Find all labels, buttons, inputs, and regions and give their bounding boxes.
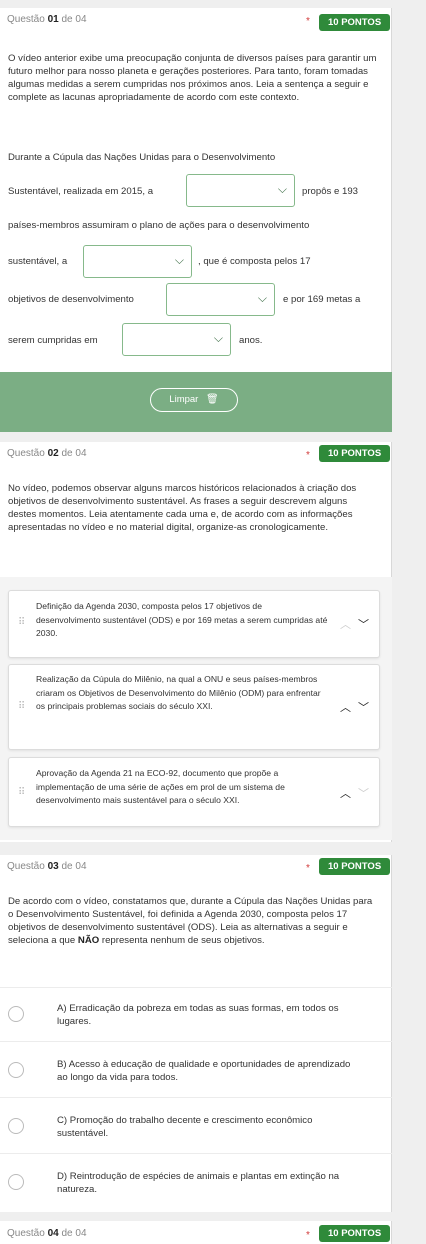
order-item-2[interactable]: ⠿ Realização da Cúpula do Milênio, na qu…	[8, 664, 380, 750]
move-down-icon[interactable]: ﹀	[358, 788, 369, 800]
question-1-card: Questão 01 de 04 * 10 PONTOS O vídeo ant…	[0, 8, 392, 373]
trash-icon: 🗑	[205, 394, 219, 405]
sentence-line-5b: e por 169 metas a	[283, 294, 361, 305]
chevron-down-icon: ⌵	[257, 291, 267, 305]
option-b[interactable]: B) Acesso à educação de qualidade e opor…	[0, 1041, 392, 1097]
question-label: Questão	[7, 1228, 45, 1239]
ordering-list: ⠿ Definição da Agenda 2030, composta pel…	[0, 577, 392, 840]
question-1-header: Questão 01 de 04	[7, 14, 87, 25]
move-down-icon[interactable]: ﹀	[358, 619, 369, 631]
order-item-3[interactable]: ⠿ Aprovação da Agenda 21 na ECO-92, docu…	[8, 757, 380, 827]
sentence-line-2b: propôs e 193	[302, 186, 359, 197]
required-marker: *	[306, 450, 310, 461]
question-total: de 04	[61, 448, 87, 459]
radio-button[interactable]	[8, 1006, 24, 1022]
order-item-text: Realização da Cúpula do Milênio, na qual…	[36, 674, 321, 711]
question-3-header: Questão 03 de 04	[7, 861, 87, 872]
clear-bar: Limpar 🗑	[0, 372, 392, 432]
clear-button[interactable]: Limpar 🗑	[150, 388, 238, 412]
question-3-intro-end: representa nenhum de seus objetivos.	[101, 935, 265, 946]
question-4-card: Questão 04 de 04 * 10 PONTOS	[0, 1221, 392, 1244]
blank-dropdown-3[interactable]: ⌵	[166, 283, 275, 316]
question-label: Questão	[7, 448, 45, 459]
question-total: de 04	[61, 861, 87, 872]
question-2-intro: No vídeo, podemos observar alguns marcos…	[8, 483, 357, 533]
chevron-down-icon: ⌵	[277, 182, 287, 196]
move-down-icon[interactable]: ﹀	[358, 702, 369, 714]
drag-handle-icon[interactable]: ⠿	[18, 787, 25, 798]
option-d[interactable]: D) Reintrodução de espécies de animais e…	[0, 1153, 392, 1209]
question-label: Questão	[7, 861, 45, 872]
option-text: A) Erradicação da pobreza em todas as su…	[57, 1003, 339, 1027]
sentence-line-4b: , que é composta pelos 17	[198, 256, 311, 267]
required-marker: *	[306, 16, 310, 27]
order-item-text: Definição da Agenda 2030, composta pelos…	[36, 601, 328, 638]
radio-button[interactable]	[8, 1118, 24, 1134]
order-item-text: Aprovação da Agenda 21 na ECO-92, docume…	[36, 768, 285, 805]
chevron-down-icon: ⌵	[174, 253, 184, 267]
option-a[interactable]: A) Erradicação da pobreza em todas as su…	[0, 987, 392, 1041]
move-up-icon[interactable]: ︿	[340, 702, 351, 714]
question-label: Questão	[7, 14, 45, 25]
sentence-line-6b: anos.	[239, 335, 263, 346]
blank-dropdown-4[interactable]: ⌵	[122, 323, 231, 356]
blank-dropdown-2[interactable]: ⌵	[83, 245, 192, 278]
option-text: D) Reintrodução de espécies de animais e…	[57, 1171, 340, 1195]
option-text: B) Acesso à educação de qualidade e opor…	[57, 1059, 351, 1083]
question-number: 03	[47, 861, 59, 872]
sentence-line-3: países-membros assumiram o plano de açõe…	[8, 220, 310, 231]
blank-dropdown-1[interactable]: ⌵	[186, 174, 295, 207]
radio-button[interactable]	[8, 1062, 24, 1078]
drag-handle-icon[interactable]: ⠿	[18, 617, 25, 628]
points-badge: 10 PONTOS	[319, 445, 391, 462]
question-total: de 04	[61, 1228, 87, 1239]
option-c[interactable]: C) Promoção do trabalho decente e cresci…	[0, 1097, 392, 1153]
question-total: de 04	[61, 14, 87, 25]
sentence-line-1: Durante a Cúpula das Nações Unidas para …	[8, 152, 276, 163]
order-item-1[interactable]: ⠿ Definição da Agenda 2030, composta pel…	[8, 590, 380, 658]
required-marker: *	[306, 863, 310, 874]
question-2-header: Questão 02 de 04	[7, 448, 87, 459]
points-badge: 10 PONTOS	[319, 858, 391, 875]
drag-handle-icon[interactable]: ⠿	[18, 701, 25, 712]
required-marker: *	[306, 1230, 310, 1241]
question-number: 01	[47, 14, 59, 25]
sentence-line-2a: Sustentável, realizada em 2015, a	[8, 186, 154, 197]
question-number: 02	[47, 448, 59, 459]
question-3-intro: De acordo com o vídeo, constatamos que, …	[8, 895, 378, 947]
option-text: C) Promoção do trabalho decente e cresci…	[57, 1115, 313, 1139]
points-badge: 10 PONTOS	[319, 14, 391, 31]
move-up-icon[interactable]: ︿	[340, 788, 351, 800]
sentence-line-4a: sustentável, a	[8, 256, 68, 267]
question-4-header: Questão 04 de 04	[7, 1228, 87, 1239]
question-3-intro-emphasis: NÃO	[77, 935, 100, 946]
move-up-icon[interactable]: ︿	[340, 619, 351, 631]
page: Questão 01 de 04 * 10 PONTOS O vídeo ant…	[0, 0, 426, 1244]
question-3-card: Questão 03 de 04 * 10 PONTOS De acordo c…	[0, 855, 392, 1212]
radio-button[interactable]	[8, 1174, 24, 1190]
chevron-down-icon: ⌵	[213, 331, 223, 345]
clear-button-label: Limpar	[169, 394, 199, 405]
question-number: 04	[47, 1228, 59, 1239]
sentence-line-6a: serem cumpridas em	[8, 335, 98, 346]
question-1-intro: O vídeo anterior exibe uma preocupação c…	[8, 53, 377, 103]
points-badge: 10 PONTOS	[319, 1225, 391, 1242]
sentence-line-5a: objetivos de desenvolvimento	[8, 294, 134, 305]
